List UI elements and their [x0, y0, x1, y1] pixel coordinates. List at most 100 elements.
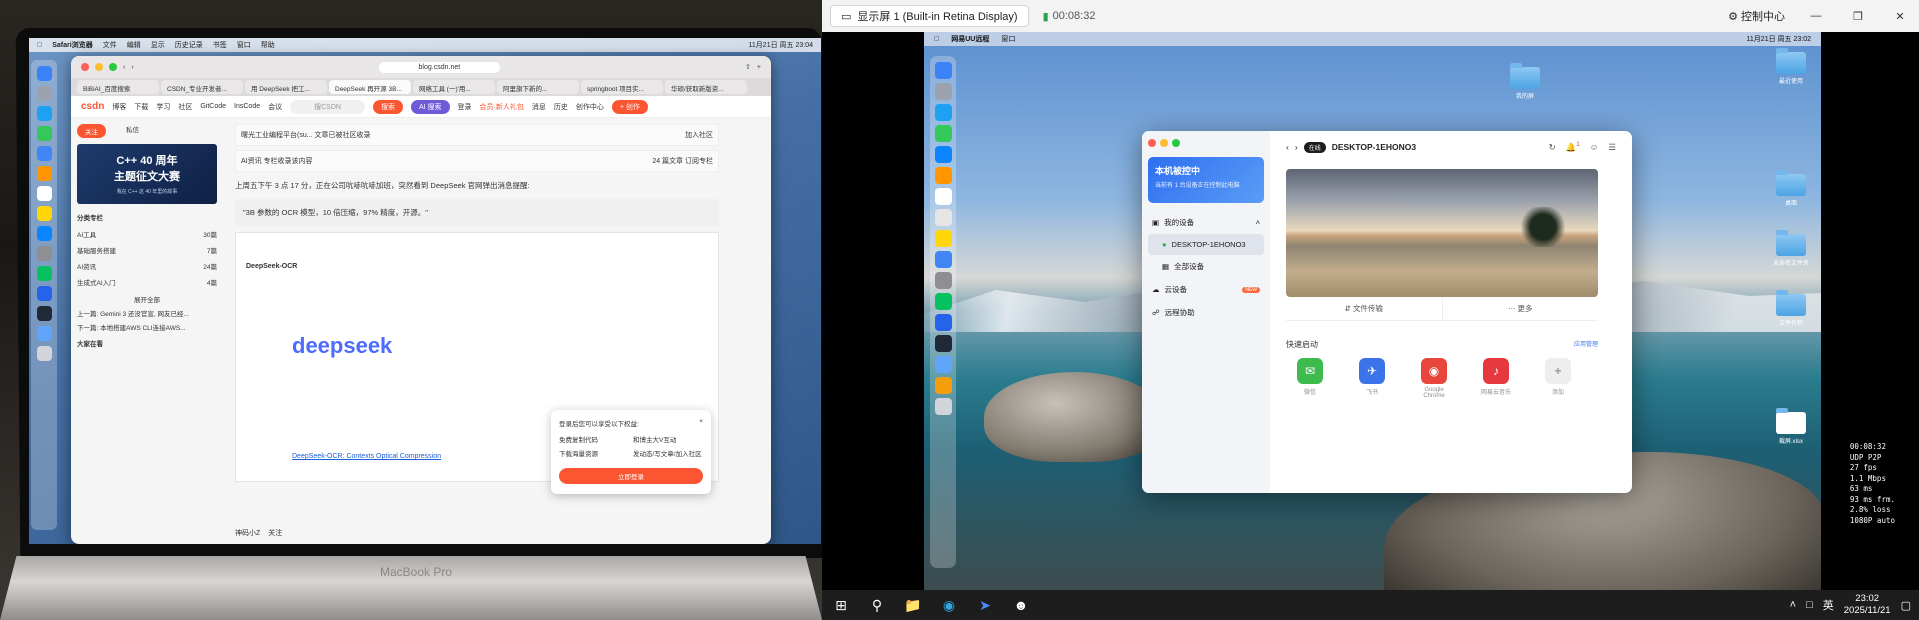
terminal-icon[interactable] [934, 335, 952, 352]
expand-all-link[interactable]: 展开全部 [77, 294, 217, 304]
word-icon[interactable] [934, 314, 952, 331]
category-item[interactable]: AI资讯 24篇 [77, 258, 217, 274]
browser-tab-active[interactable]: DeepSeek 再开源 3B... [329, 80, 411, 94]
messages-icon[interactable] [934, 125, 952, 142]
uu-remote-icon[interactable] [934, 377, 952, 394]
vip-link[interactable]: 会员·新人礼包 [480, 102, 524, 112]
launchpad-icon[interactable] [36, 86, 52, 101]
menubar-app-name[interactable]: Safari浏览器 [52, 40, 92, 50]
remote-menubar-window[interactable]: 窗口 [1001, 34, 1015, 44]
chrome-icon[interactable] [934, 251, 952, 268]
browser-tab[interactable]: CSDN_专业开发者... [161, 80, 243, 94]
safari-icon[interactable] [36, 106, 52, 121]
nav-all-devices[interactable]: ▦ 全部设备 [1148, 255, 1264, 278]
zoom-window-button[interactable] [1172, 139, 1180, 147]
feishu-icon[interactable] [36, 326, 52, 341]
launchpad-icon[interactable] [934, 83, 952, 100]
contest-banner[interactable]: C++ 40 周年 主题征文大赛 我在 C++ 这 40 年里的故事 [77, 144, 217, 204]
mail-icon[interactable] [934, 146, 952, 163]
nav-link[interactable]: GitCode [200, 103, 226, 110]
finder-icon[interactable] [36, 66, 52, 81]
category-item[interactable]: 基础服务搭建 7篇 [77, 242, 217, 258]
next-article-link[interactable]: 下一篇: 本地搭建AWS CLI连接AWS... [77, 322, 217, 332]
nav-cloud-devices[interactable]: ☁ 云设备 NEW [1148, 278, 1264, 301]
restore-icon[interactable]: ❐ [1847, 10, 1869, 23]
author-name[interactable]: 神码小Z [235, 528, 260, 538]
trash-icon[interactable] [934, 398, 952, 415]
browser-tab[interactable]: springboot 项目实... [581, 80, 663, 94]
menubar-item[interactable]: 编辑 [127, 40, 141, 50]
address-bar[interactable]: blog.csdn.net [378, 61, 501, 73]
network-icon[interactable]: □ [1806, 599, 1813, 611]
desktop-folder[interactable]: 我的屏 [1500, 63, 1550, 100]
file-transfer-button[interactable]: ⇵ 文件传输 [1286, 297, 1442, 320]
close-window-button[interactable] [1148, 139, 1156, 147]
login-now-button[interactable]: 立即登录 [559, 468, 703, 484]
nav-link[interactable]: 会议 [268, 102, 282, 112]
desktop-file[interactable]: 截屏.xlsx [1766, 408, 1816, 445]
settings-icon[interactable] [934, 272, 952, 289]
menu-icon[interactable]: ☰ [1608, 142, 1616, 153]
messages-link[interactable]: 消息 [532, 102, 546, 112]
menubar-item[interactable]: 帮助 [261, 40, 275, 50]
quick-app-add[interactable]: + 添加 [1540, 358, 1576, 399]
new-tab-icon[interactable]: + [757, 64, 761, 71]
category-item[interactable]: 生成式AI入门 4篇 [77, 274, 217, 290]
notes-icon[interactable] [36, 206, 52, 221]
notes-icon[interactable] [934, 230, 952, 247]
desktop-folder[interactable]: 最近使用 [1766, 48, 1816, 85]
minimize-window-button[interactable] [1160, 139, 1168, 147]
quick-app-feishu[interactable]: ✈ 飞书 [1354, 358, 1390, 399]
file-explorer-icon[interactable]: 📁 [902, 594, 924, 616]
nav-link[interactable]: 社区 [178, 102, 192, 112]
hf-paper-link[interactable]: DeepSeek-OCR: Contexts Optical Compressi… [292, 453, 441, 460]
qq-icon[interactable]: ☻ [1010, 594, 1032, 616]
category-item[interactable]: AI工具 30篇 [77, 226, 217, 242]
start-icon[interactable]: ⊞ [830, 594, 852, 616]
menubar-item[interactable]: 书签 [213, 40, 227, 50]
word-icon[interactable] [36, 286, 52, 301]
desktop-folder[interactable]: 桌面 [1766, 170, 1816, 207]
author-follow-button[interactable]: 关注 [268, 528, 282, 538]
messages-icon[interactable] [36, 126, 52, 141]
nav-my-devices[interactable]: ▣ 我的设备 ˄ [1148, 211, 1264, 234]
nav-link[interactable]: 博客 [112, 102, 126, 112]
taskbar-clock[interactable]: 23:02 2025/11/21 [1844, 593, 1891, 617]
uu-remote-icon[interactable]: ➤ [974, 594, 996, 616]
display-selector[interactable]: ▭ 显示屏 1 (Built-in Retina Display) [830, 5, 1029, 27]
chrome-icon[interactable] [36, 146, 52, 161]
join-community-button[interactable]: 加入社区 [685, 130, 713, 140]
trash-icon[interactable] [36, 346, 52, 361]
quick-app-chrome[interactable]: ◉ Google Chrome [1416, 358, 1452, 399]
nav-link[interactable]: 下载 [134, 102, 148, 112]
photos-icon[interactable] [934, 167, 952, 184]
subscribe-column-button[interactable]: 订阅专栏 [685, 158, 713, 165]
browser-tab[interactable]: 网络工具 (一)'用... [413, 80, 495, 94]
forward-icon[interactable]: › [131, 64, 133, 71]
chevron-up-icon[interactable]: ˄ [1790, 599, 1796, 611]
browser-tab[interactable]: 华硕/获取新版资... [665, 80, 747, 94]
back-icon[interactable]: ‹ [1286, 142, 1289, 152]
nav-link[interactable]: 学习 [156, 102, 170, 112]
calendar-icon[interactable] [36, 186, 52, 201]
menubar-item[interactable]: 窗口 [237, 40, 251, 50]
desktop-folder[interactable]: 文件名称 [1766, 290, 1816, 327]
photos-icon[interactable] [36, 166, 52, 181]
search-button[interactable]: 搜索 [372, 99, 403, 114]
csdn-logo[interactable]: csdn [81, 101, 104, 112]
quick-app-wechat[interactable]: ✉ 微信 [1292, 358, 1328, 399]
user-icon[interactable]: ☺ [1590, 142, 1599, 153]
controlled-status-card[interactable]: 本机被控中 当前有 1 台设备正在控制此电脑 [1148, 157, 1264, 203]
zoom-window-button[interactable] [109, 63, 117, 71]
nav-device-desktop[interactable]: ● DESKTOP-1EHONO3 [1148, 234, 1264, 255]
contacts-icon[interactable] [934, 209, 952, 226]
edge-icon[interactable]: ◉ [938, 594, 960, 616]
menubar-item[interactable]: 历史记录 [175, 40, 203, 50]
quick-app-netease-music[interactable]: ♪ 网易云音乐 [1478, 358, 1514, 399]
apple-icon[interactable]:  [934, 36, 939, 43]
publish-button[interactable]: + 创作 [611, 99, 648, 114]
app-manage-link[interactable]: 应用管理 [1574, 339, 1598, 350]
ai-search-button[interactable]: AI 搜索 [410, 99, 450, 114]
more-button[interactable]: ⋯ 更多 [1441, 297, 1599, 320]
wechat-icon[interactable] [36, 266, 52, 281]
